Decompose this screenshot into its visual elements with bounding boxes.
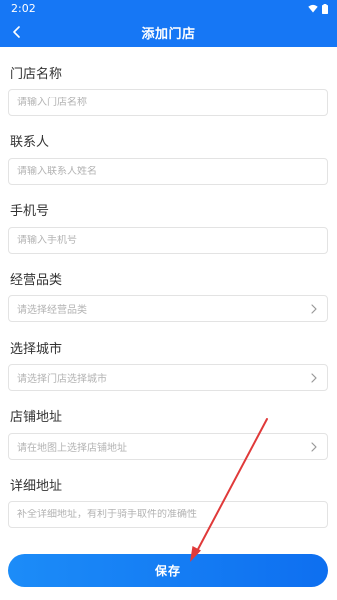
category-placeholder: 请选择经营品类 (17, 305, 87, 316)
phone-input[interactable] (17, 235, 319, 246)
address-label: 店铺地址 (10, 410, 63, 425)
wifi-icon (308, 4, 318, 13)
status-bar: 2:02 (0, 0, 337, 17)
detail-address-field[interactable] (8, 501, 328, 528)
status-icons (308, 3, 328, 14)
contact-input[interactable] (17, 166, 319, 177)
category-label: 经营品类 (10, 273, 63, 288)
back-arrow-icon (13, 26, 20, 38)
status-time: 2:02 (11, 2, 36, 15)
contact-field[interactable] (8, 158, 328, 185)
chevron-right-icon (309, 441, 319, 452)
save-button[interactable]: 保存 (8, 554, 328, 587)
address-select[interactable]: 请在地图上选择店铺地址 (8, 433, 328, 460)
phone-label: 手机号 (10, 204, 50, 219)
phone-field[interactable] (8, 227, 328, 254)
store-form: 门店名称 联系人 手机号 经营品类 请选择经营品类 选择城市 请选择门店选择城市… (0, 47, 337, 600)
chevron-right-icon (309, 303, 319, 314)
contact-label: 联系人 (10, 135, 50, 150)
city-placeholder: 请选择门店选择城市 (17, 374, 107, 385)
city-select[interactable]: 请选择门店选择城市 (8, 364, 328, 391)
store-name-label: 门店名称 (10, 67, 63, 82)
store-name-input[interactable] (17, 97, 319, 108)
back-button[interactable] (6, 21, 28, 43)
category-select[interactable]: 请选择经营品类 (8, 295, 328, 322)
detail-address-input[interactable] (17, 509, 319, 520)
chevron-right-icon (309, 372, 319, 383)
city-label: 选择城市 (10, 342, 63, 357)
store-name-field[interactable] (8, 89, 328, 116)
battery-icon (322, 3, 328, 14)
detail-address-label: 详细地址 (10, 479, 63, 494)
address-placeholder: 请在地图上选择店铺地址 (17, 443, 127, 454)
page-title: 添加门店 (141, 26, 196, 42)
navigation-bar: 添加门店 (0, 17, 337, 47)
